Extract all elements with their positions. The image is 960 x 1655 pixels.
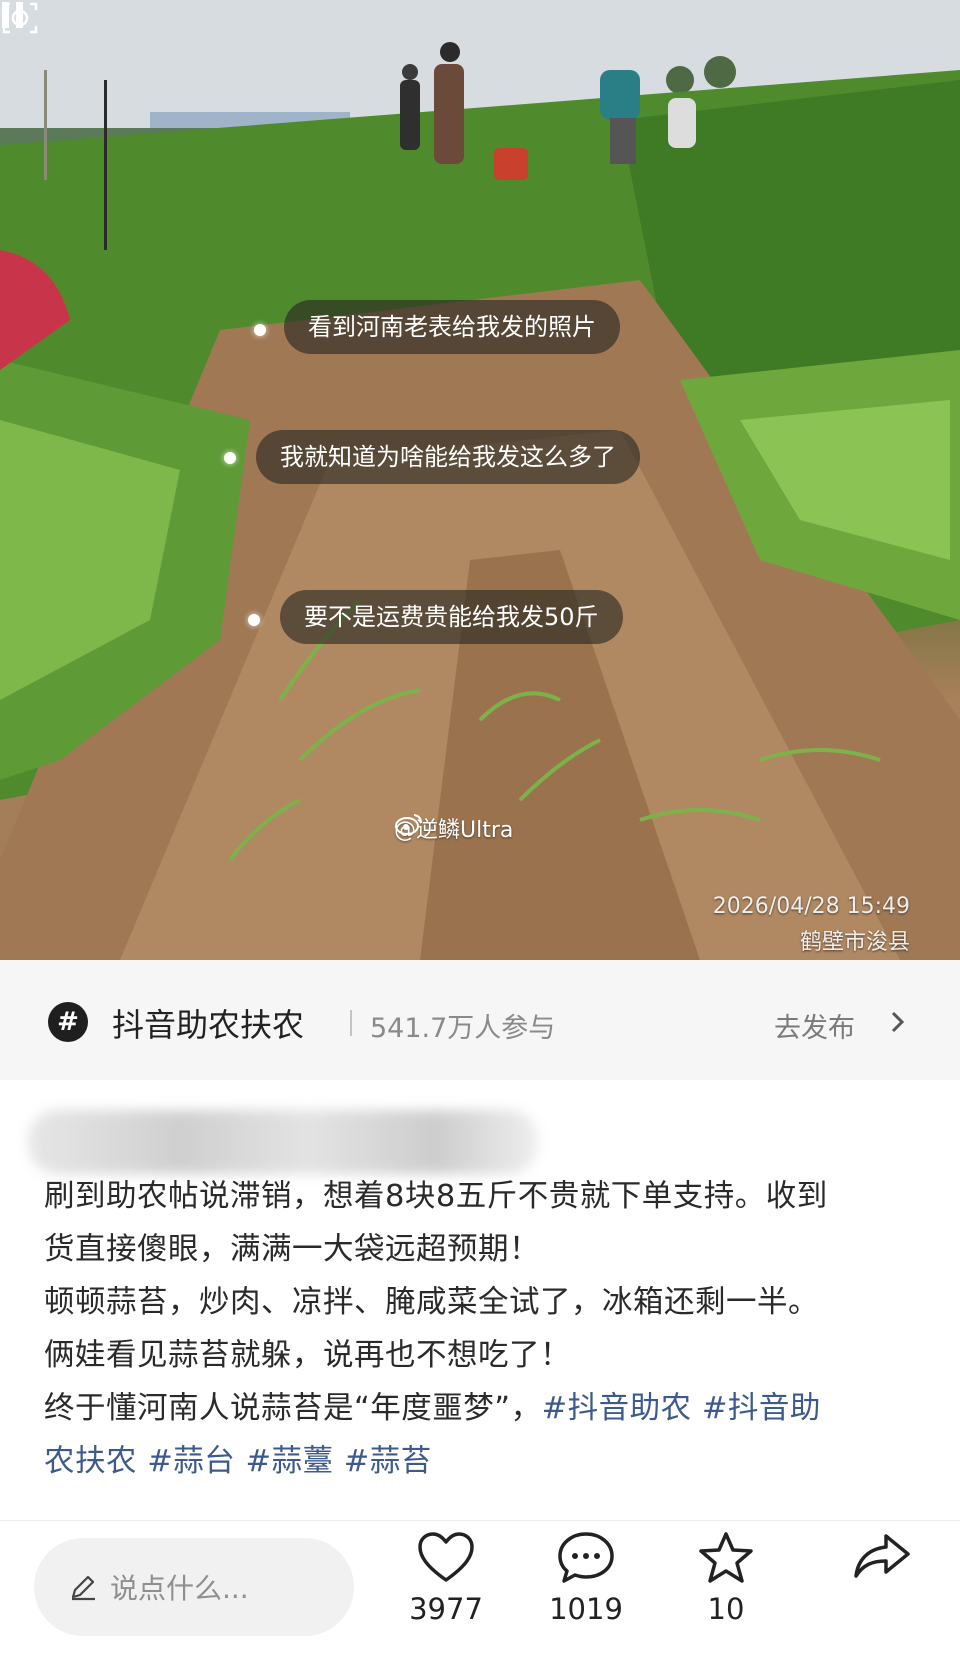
post-photo[interactable]: 看到河南老表给我发的照片 我就知道为啥能给我发这么多了 要不是运费贵能给我发50…	[0, 0, 960, 960]
post-line-2: 货直接傻眼，满满一大袋远超预期！	[44, 1232, 540, 1267]
comment-placeholder: 说点什么...	[110, 1572, 249, 1605]
photo-timestamp: 2026/04/28 15:49	[712, 894, 910, 919]
post-body: 刷到助农帖说滞销，想着8块8五斤不贵就下单支持。收到 货直接傻眼，满满一大袋远超…	[44, 1170, 924, 1488]
caption-bubble-2: 我就知道为啥能给我发这么多了	[256, 430, 640, 484]
favorite-count: 10	[707, 1592, 745, 1626]
star-icon	[699, 1532, 753, 1583]
caption-dot-3	[248, 614, 260, 626]
comment-bubble-icon	[558, 1532, 614, 1583]
hashtag-link[interactable]: #蒜薹	[245, 1444, 333, 1479]
post-line-6: 农扶农 #蒜台 #蒜薹 #蒜苔	[44, 1435, 924, 1488]
topic-bar[interactable]: # 抖音助农扶农 541.7万人参与 去发布	[0, 960, 960, 1080]
share-button[interactable]	[822, 1530, 942, 1590]
favorite-button[interactable]: 10	[666, 1530, 786, 1626]
chevron-right-icon[interactable]	[890, 1010, 906, 1034]
hashtag-link[interactable]: #抖音助	[702, 1391, 821, 1426]
comment-count: 1019	[549, 1592, 623, 1626]
topic-name[interactable]: 抖音助农扶农	[112, 1000, 304, 1046]
caption-bubble-1: 看到河南老表给我发的照片	[284, 300, 620, 354]
post-line-5: 终于懂河南人说蒜苔是“年度噩梦”，#抖音助农 #抖音助	[44, 1382, 924, 1435]
caption-dot-2	[224, 452, 236, 464]
post-line-5-text: 终于懂河南人说蒜苔是“年度噩梦”，	[44, 1391, 542, 1426]
post-line-1: 刷到助农帖说滞销，想着8块8五斤不贵就下单支持。收到	[44, 1179, 828, 1214]
share-arrow-icon	[854, 1534, 910, 1578]
hashtag-link[interactable]: #蒜台	[147, 1444, 235, 1479]
publish-link[interactable]: 去发布	[774, 1006, 855, 1045]
heart-icon	[418, 1532, 474, 1582]
like-button[interactable]: 3977	[386, 1530, 506, 1626]
caption-dot-1	[254, 324, 266, 336]
photo-location: 鹤壁市浚县	[799, 930, 910, 955]
topic-participants: 541.7万人参与	[370, 1013, 556, 1044]
blurred-title	[28, 1110, 538, 1174]
post-line-4: 俩娃看见蒜苔就躲，说再也不想吃了！	[44, 1338, 571, 1373]
weibo-watermark: @逆鳞Ultra	[394, 812, 513, 844]
like-count: 3977	[409, 1592, 483, 1626]
topic-divider	[350, 1010, 352, 1036]
pause-icon[interactable]	[0, 0, 26, 30]
post-line-3: 顿顿蒜苔，炒肉、凉拌、腌咸菜全试了，冰箱还剩一半。	[44, 1285, 819, 1320]
hashtag-icon: #	[48, 1002, 88, 1042]
comment-button[interactable]: 1019	[526, 1530, 646, 1626]
weibo-icon	[395, 814, 422, 835]
hashtag-link[interactable]: 农扶农	[44, 1444, 137, 1479]
caption-bubble-3: 要不是运费贵能给我发50斤	[280, 590, 623, 644]
bottom-divider	[0, 1520, 960, 1521]
hashtag-link[interactable]: #抖音助农	[542, 1391, 692, 1426]
comment-input[interactable]: 说点什么...	[34, 1538, 354, 1636]
hashtag-link[interactable]: #蒜苔	[344, 1444, 432, 1479]
pen-icon	[71, 1575, 95, 1601]
